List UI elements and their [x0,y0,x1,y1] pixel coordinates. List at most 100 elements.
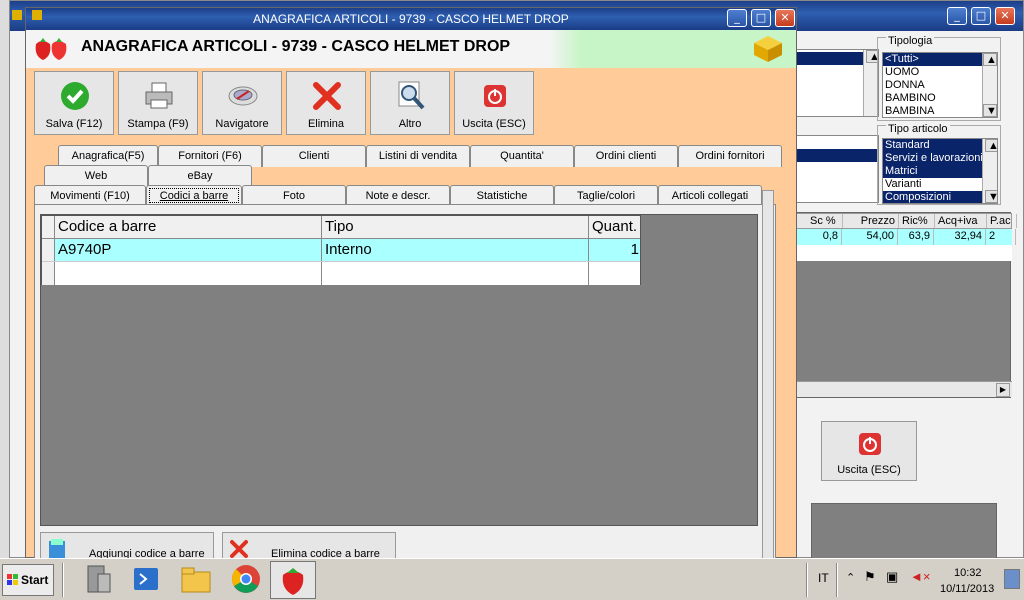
taskbar: Start IT ⌃ ⚑ ▣ ◄× 10:32 10/11/2013 [0,558,1024,600]
grid-cell: 63,9 [898,229,934,245]
horizontal-scrollbar[interactable]: ▶ [790,381,1012,397]
list-item[interactable]: BAMBINO [883,92,997,105]
list-item[interactable]: Varianti [883,178,997,191]
close-icon[interactable]: ✕ [775,9,795,27]
articles-grid[interactable]: Sc % Prezzo Ric% Acq+iva P.ac 0,8 54,00 … [789,212,1017,398]
list-item[interactable]: DONNA [883,79,997,92]
tipo-articolo-group: Tipo articolo Standard Servizi e lavoraz… [877,123,1001,205]
left-window-edge [0,0,10,558]
scroll-up-icon[interactable]: ▲ [985,139,997,152]
tab-clienti[interactable]: Clienti [262,145,366,167]
chrome-icon[interactable] [228,562,264,596]
server-manager-icon[interactable] [80,562,116,596]
grid-cell: 0,8 [806,229,842,245]
tab-web[interactable]: Web [44,165,148,187]
minimize-icon[interactable]: _ [727,9,747,27]
printer-icon [145,82,173,109]
dialog-header-text: ANAGRAFICA ARTICOLI - 9739 - CASCO HELME… [81,38,511,55]
cell-tipo[interactable]: Interno [322,239,589,261]
flag-icon[interactable]: ⚑ [864,569,876,585]
start-button[interactable]: Start [2,564,54,596]
scroll-up-icon[interactable]: ▲ [983,53,997,66]
tab-quantita[interactable]: Quantita' [470,145,574,167]
folder-icon[interactable] [178,562,214,596]
active-app-task[interactable] [270,561,316,599]
header-quant: Quant. [592,218,638,235]
delete-x-icon [230,540,248,558]
print-button[interactable]: Stampa (F9) [118,71,198,135]
powershell-icon[interactable] [128,562,164,596]
list-item[interactable]: Standard [883,139,997,152]
list-item[interactable]: Composizioni [883,191,997,203]
button-label: Altro [398,118,422,130]
tipologia-group: Tipologia <Tutti> UOMO DONNA BAMBINO BAM… [877,35,1001,121]
barcode-grid-header: Codice a barre Tipo Quant. [42,216,640,239]
grid-row[interactable] [790,245,1012,261]
list-item[interactable]: Matrici [883,165,997,178]
button-label: Uscita (ESC) [462,118,526,130]
list-item[interactable]: Servizi e lavorazioni [883,152,997,165]
grid-header-cell: Prezzo [843,214,899,228]
dialog-title: ANAGRAFICA ARTICOLI - 9739 - CASCO HELME… [253,12,569,26]
divider [806,563,808,597]
header-tipo: Tipo [322,216,589,238]
scroll-down-icon[interactable]: ▼ [983,104,997,117]
tab-ebay[interactable]: eBay [148,165,252,187]
show-desktop-icon[interactable] [1004,569,1020,589]
button-label: Stampa (F9) [127,118,189,130]
partial-listbox-top[interactable]: ▲ [793,49,879,117]
grid-row[interactable]: 0,8 54,00 63,9 32,94 2 [790,229,1016,245]
list-item[interactable]: BAMBINA [883,105,997,117]
maximize-icon[interactable]: □ [971,7,991,25]
language-indicator[interactable]: IT [818,571,829,585]
close-icon[interactable]: ✕ [995,7,1015,25]
volume-muted-icon[interactable]: ◄× [910,569,930,584]
tab-listini[interactable]: Listini di vendita [366,145,470,167]
save-button[interactable]: Salva (F12) [34,71,114,135]
network-icon[interactable]: ▣ [886,569,898,585]
other-button[interactable]: Altro [370,71,450,135]
strawberry-icon [282,568,304,595]
show-hidden-icons-icon[interactable]: ⌃ [846,571,855,584]
article-dialog: ANAGRAFICA ARTICOLI - 9739 - CASCO HELME… [25,7,797,562]
tab-ordini-fornitori[interactable]: Ordini fornitori [678,145,782,167]
header-codice: Codice a barre [55,216,322,238]
table-row[interactable]: A9740P Interno 1 [42,239,640,262]
list-item[interactable]: <Tutti> [883,53,997,66]
cell-quant[interactable]: 1 [589,239,642,261]
partial-listbox-mid[interactable] [793,135,879,203]
compass-icon [228,86,258,106]
clock-date[interactable]: 10/11/2013 [940,583,994,595]
maximize-icon[interactable]: □ [751,9,771,27]
clock-time[interactable]: 10:32 [954,567,982,579]
divider [62,563,64,597]
list-item[interactable]: UOMO [883,66,997,79]
tipologia-list[interactable]: <Tutti> UOMO DONNA BAMBINO BAMBINA ▲ ▼ [882,52,998,118]
tab-ordini-clienti[interactable]: Ordini clienti [574,145,678,167]
background-exit-button[interactable]: Uscita (ESC) [821,421,917,481]
tipo-articolo-list[interactable]: Standard Servizi e lavorazioni Matrici V… [882,138,998,204]
delete-button[interactable]: Elimina [286,71,366,135]
table-row-empty[interactable] [42,262,640,285]
grid-cell: 2 [986,229,1016,245]
tab-fornitori[interactable]: Fornitori (F6) [158,145,262,167]
button-label: Uscita (ESC) [837,464,901,476]
background-bottom-panel [811,503,997,559]
barcode-grid[interactable]: Codice a barre Tipo Quant. A9740P Intern… [41,215,641,285]
tab-codici-a-barre[interactable]: Codici a barre [146,185,242,206]
minimize-icon[interactable]: _ [947,7,967,25]
strawberry-logo-icon [35,38,67,60]
exit-button[interactable]: Uscita (ESC) [454,71,534,135]
header-band: ANAGRAFICA ARTICOLI - 9739 - CASCO HELME… [26,30,796,68]
windows-logo-icon [7,574,18,585]
navigator-button[interactable]: Navigatore [202,71,282,135]
box-icon [754,36,782,62]
tab-anagrafica[interactable]: Anagrafica(F5) [58,145,158,167]
tipo-articolo-label: Tipo articolo [886,123,950,135]
grid-header: Sc % Prezzo Ric% Acq+iva P.ac [790,213,1017,229]
scroll-right-icon[interactable]: ▶ [996,383,1010,397]
scroll-down-icon[interactable]: ▼ [985,190,997,203]
cell-code[interactable]: A9740P [55,239,322,261]
grid-header-cell: Acq+iva [935,214,987,228]
panel-edge [762,190,774,560]
